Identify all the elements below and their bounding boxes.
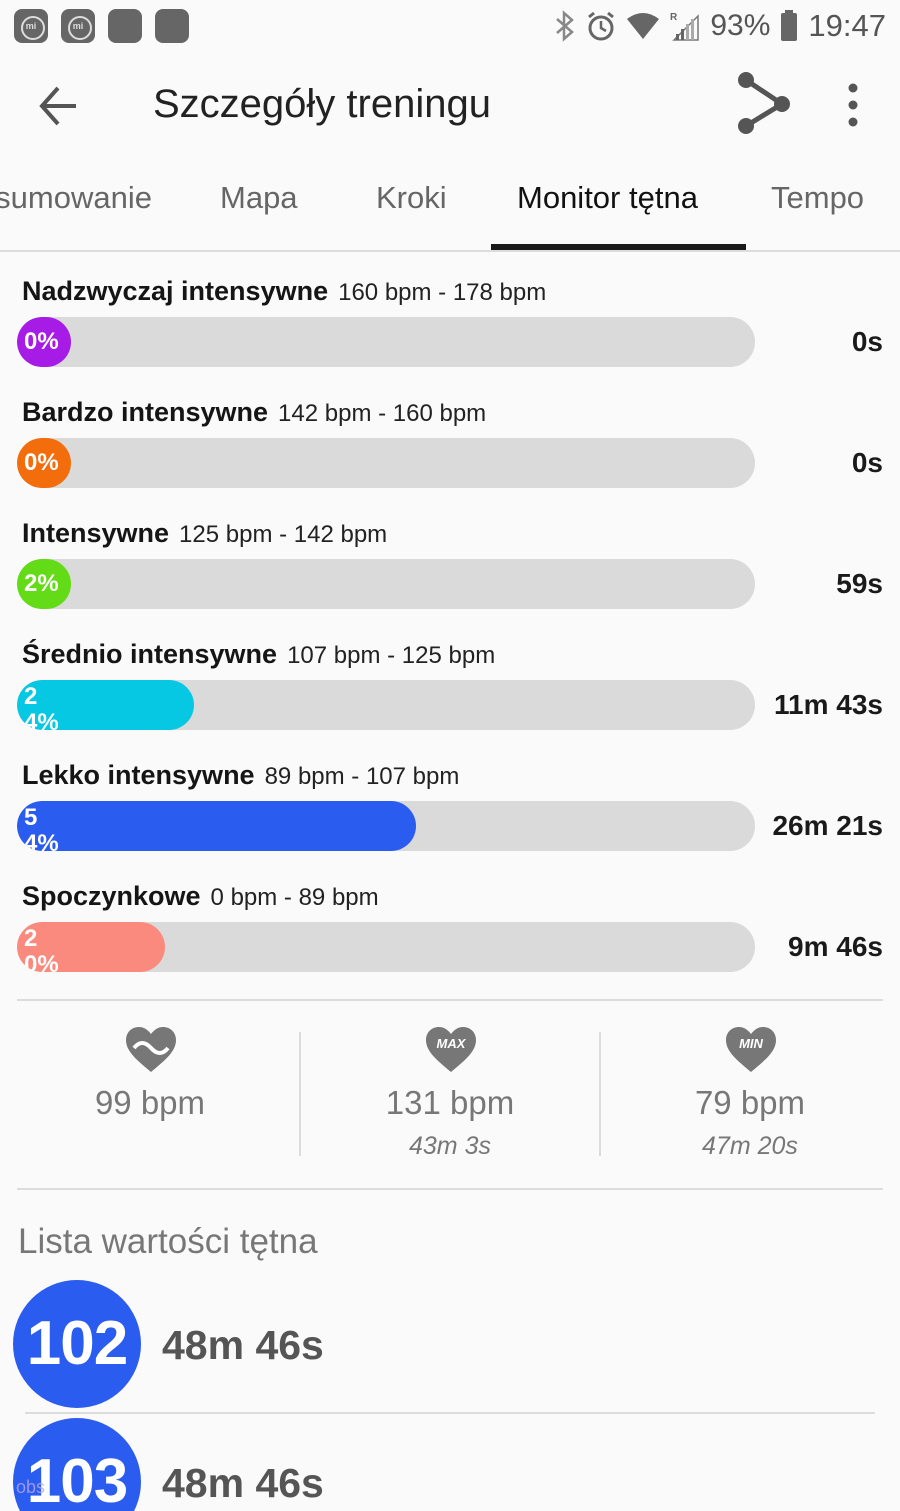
svg-text:R: R	[670, 12, 678, 23]
watermark: obs	[16, 1477, 46, 1497]
zone-row: Bardzo intensywne 142 bpm - 160 bpm 0% 0s	[0, 377, 900, 498]
max-heart-rate-value: 131 bpm	[385, 1084, 515, 1121]
zone-name: Intensywne 125 bpm - 142 bpm	[22, 518, 388, 548]
heart-max-icon: MAX	[426, 1027, 476, 1072]
zone-percent: 20%	[24, 926, 58, 972]
zone-name: Nadzwyczaj intensywne 160 bpm - 178 bpm	[22, 276, 547, 306]
zone-progress-bar: 0%	[17, 438, 755, 488]
mi-fit-notification-icon: mi	[14, 9, 48, 43]
zone-duration: 0s	[851, 447, 883, 478]
heart-min-icon: MIN	[726, 1027, 776, 1072]
zone-row: Intensywne 125 bpm - 142 bpm 2% 59s	[0, 498, 900, 619]
clock: 19:47	[808, 8, 886, 43]
zone-progress-fill	[17, 801, 416, 851]
battery-percentage: 93%	[710, 9, 771, 42]
zone-name: Bardzo intensywne 142 bpm - 160 bpm	[22, 397, 487, 427]
zone-percent: 54%	[24, 805, 58, 851]
zone-row: Nadzwyczaj intensywne 160 bpm - 178 bpm 0…	[0, 256, 900, 377]
divider	[17, 1188, 883, 1190]
active-tab-indicator	[491, 244, 746, 250]
tab-steps[interactable]: Kroki	[376, 180, 447, 216]
tab-summary[interactable]: Podsumowanie	[0, 180, 152, 216]
min-heart-rate: MIN 79 bpm 47m 20s	[600, 1002, 900, 1188]
zone-row: Średnio intensywne 107 bpm - 125 bpm 24% …	[0, 619, 900, 740]
status-bar: mi mi R 93% 19:47	[0, 0, 900, 52]
zone-range: 142 bpm - 160 bpm	[278, 400, 487, 427]
zone-row: Spoczynkowe 0 bpm - 89 bpm 20% 9m 46s	[0, 861, 900, 982]
average-heart-rate: 99 bpm	[0, 1002, 300, 1188]
zone-range: 107 bpm - 125 bpm	[287, 642, 496, 669]
toolbar: Szczegóły treningu	[0, 56, 900, 156]
tab-map[interactable]: Mapa	[220, 180, 298, 216]
zone-duration: 0s	[851, 326, 883, 357]
list-item[interactable]: 103 48m 46s	[0, 1418, 900, 1511]
back-button[interactable]	[30, 78, 90, 134]
zone-duration: 9m 46s	[788, 931, 883, 962]
battery-icon	[780, 10, 798, 42]
wifi-icon	[626, 11, 660, 41]
arrow-back-icon	[39, 86, 76, 126]
average-heart-rate-value: 99 bpm	[94, 1084, 206, 1121]
zone-progress-bar: 2%	[17, 559, 755, 609]
heart-rate-summary: 99 bpm MAX 131 bpm 43m 3s MIN 79 bpm 47m…	[0, 1002, 900, 1188]
zone-name: Spoczynkowe 0 bpm - 89 bpm	[22, 881, 379, 911]
zone-percent: 2%	[24, 570, 59, 597]
zone-name: Średnio intensywne 107 bpm - 125 bpm	[22, 639, 496, 669]
heart-rate-time: 48m 46s	[162, 1322, 324, 1368]
list-item[interactable]: 102 48m 46s	[0, 1280, 900, 1418]
max-heart-rate: MAX 131 bpm 43m 3s	[300, 1002, 600, 1188]
divider	[17, 999, 883, 1001]
mi-fit-notification-icon: mi	[61, 9, 95, 43]
min-heart-rate-value: 79 bpm	[694, 1084, 806, 1121]
heart-max-icon-label: MAX	[437, 1036, 467, 1051]
bluetooth-icon	[554, 10, 576, 42]
heart-average-icon	[126, 1027, 176, 1072]
zone-percent: 0%	[24, 328, 59, 355]
more-vert-icon	[848, 83, 858, 127]
zone-duration: 59s	[836, 568, 883, 599]
page-title: Szczegóły treningu	[153, 82, 491, 126]
app-notification-icon	[108, 9, 142, 43]
zone-range: 0 bpm - 89 bpm	[210, 884, 379, 911]
signal-icon: R	[670, 10, 700, 42]
max-heart-rate-time: 43m 3s	[409, 1132, 491, 1160]
heart-rate-list-title: Lista wartości tętna	[18, 1222, 318, 1261]
zone-progress-bar: 0%	[17, 317, 755, 367]
heart-rate-time: 48m 46s	[162, 1460, 324, 1506]
zone-duration: 11m 43s	[774, 689, 883, 720]
zone-progress-bar: 20%	[17, 922, 755, 972]
zone-progress-bar: 54%	[17, 801, 755, 851]
zone-progress-bar: 24%	[17, 680, 755, 730]
share-button[interactable]	[732, 72, 796, 136]
zone-duration: 26m 21s	[772, 810, 883, 841]
tab-heart-rate-monitor[interactable]: Monitor tętna	[517, 180, 698, 216]
heart-min-icon-label: MIN	[739, 1036, 763, 1051]
app-notification-icon	[155, 9, 189, 43]
alarm-icon	[586, 10, 616, 42]
zone-name: Lekko intensywne 89 bpm - 107 bpm	[22, 760, 460, 790]
zone-range: 160 bpm - 178 bpm	[338, 279, 547, 306]
zone-range: 89 bpm - 107 bpm	[264, 763, 460, 790]
tab-bar: Podsumowanie Mapa Kroki Monitor tętna Te…	[0, 168, 900, 252]
min-heart-rate-time: 47m 20s	[702, 1132, 798, 1160]
heart-rate-badge: 102	[13, 1280, 141, 1408]
zone-percent: 24%	[24, 684, 58, 730]
share-icon	[738, 72, 790, 134]
more-options-button[interactable]	[832, 80, 874, 130]
zone-row: Lekko intensywne 89 bpm - 107 bpm 54% 26m…	[0, 740, 900, 861]
zone-range: 125 bpm - 142 bpm	[179, 521, 388, 548]
list-divider	[25, 1412, 875, 1414]
zone-percent: 0%	[24, 449, 59, 476]
tab-pace[interactable]: Tempo	[771, 180, 864, 216]
